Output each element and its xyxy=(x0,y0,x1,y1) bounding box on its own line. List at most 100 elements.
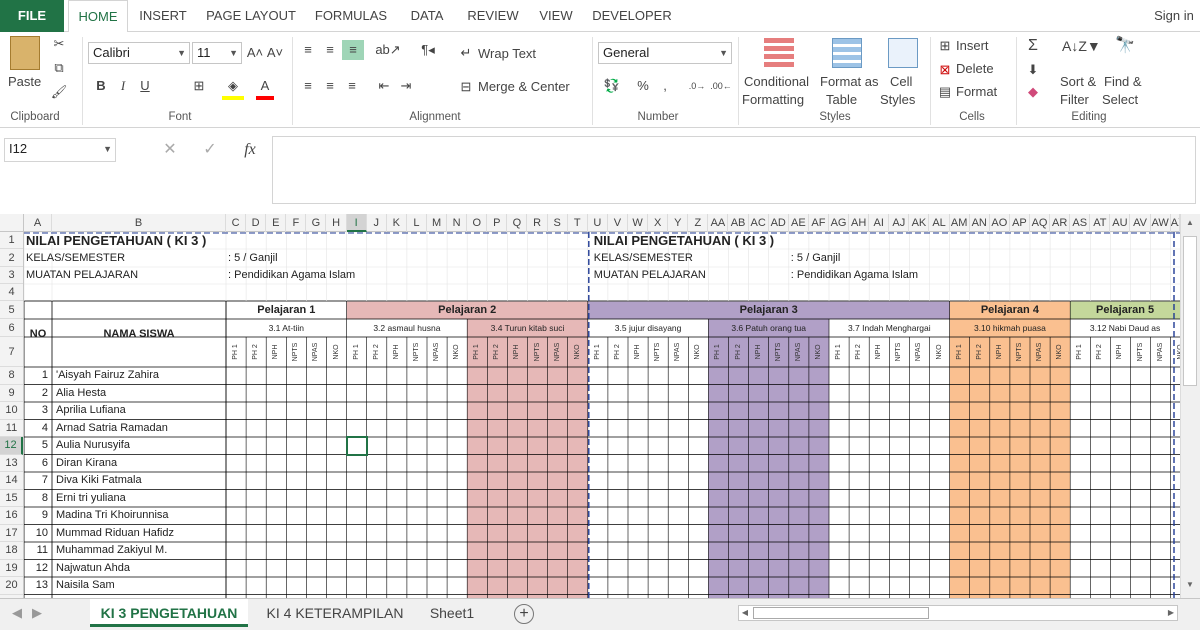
enter-icon[interactable]: ✓ xyxy=(200,140,220,160)
column-header-l[interactable]: L xyxy=(407,214,427,232)
fill-icon[interactable]: ⬇ xyxy=(1024,60,1042,80)
column-header-ag[interactable]: AG xyxy=(829,214,850,232)
vertical-scroll-thumb[interactable] xyxy=(1183,236,1197,386)
horizontal-scrollbar[interactable]: ◀ ▶ xyxy=(738,605,1178,621)
column-header-ap[interactable]: AP xyxy=(1010,214,1030,232)
column-header-aa[interactable]: AA xyxy=(708,214,729,232)
row-header-9[interactable]: 9 xyxy=(0,385,23,402)
column-header-s[interactable]: S xyxy=(548,214,568,232)
copy-icon[interactable]: ⧉ xyxy=(50,58,68,78)
column-header-ah[interactable]: AH xyxy=(849,214,870,232)
column-header-ae[interactable]: AE xyxy=(789,214,809,232)
align-left-icon[interactable]: ≡ xyxy=(298,76,318,96)
format-as-table-label-2[interactable]: Table xyxy=(826,92,857,107)
orientation-icon[interactable]: ab↗ xyxy=(374,40,402,60)
column-header-ao[interactable]: AO xyxy=(990,214,1010,232)
column-header-j[interactable]: J xyxy=(367,214,387,232)
find-select-label-2[interactable]: Select xyxy=(1102,92,1138,107)
row-header-16[interactable]: 16 xyxy=(0,507,23,525)
column-header-a[interactable]: A xyxy=(24,214,52,232)
tab-scroll-right-icon[interactable]: ▶ xyxy=(30,603,44,623)
column-header-aw[interactable]: AW xyxy=(1151,214,1171,232)
row-header-3[interactable]: 3 xyxy=(0,267,23,284)
column-header-ak[interactable]: AK xyxy=(909,214,930,232)
column-header-y[interactable]: Y xyxy=(668,214,689,232)
find-select-icon[interactable]: 🔭 xyxy=(1110,36,1140,56)
sheet-tab-sheet1[interactable]: Sheet1 xyxy=(420,599,484,627)
fill-color-icon[interactable]: ◈ xyxy=(222,76,244,100)
column-header-t[interactable]: T xyxy=(568,214,588,232)
bold-button[interactable]: B xyxy=(92,76,110,96)
decrease-indent-icon[interactable]: ⇤ xyxy=(374,76,394,96)
column-header-v[interactable]: V xyxy=(608,214,628,232)
column-header-n[interactable]: N xyxy=(447,214,468,232)
column-header-r[interactable]: R xyxy=(528,214,548,232)
row-header-6[interactable]: 6 xyxy=(0,319,23,337)
align-right-icon[interactable]: ≡ xyxy=(342,76,362,96)
row-header-8[interactable]: 8 xyxy=(0,367,23,385)
column-header-i[interactable]: I xyxy=(346,214,367,232)
paste-icon[interactable] xyxy=(10,36,40,70)
formula-input[interactable] xyxy=(272,136,1196,204)
column-header-ai[interactable]: AI xyxy=(869,214,890,232)
wrap-text-button[interactable]: Wrap Text xyxy=(478,46,536,61)
tab-view[interactable]: VIEW xyxy=(532,0,580,32)
cancel-icon[interactable]: ✕ xyxy=(160,140,180,160)
sign-in-link[interactable]: Sign in xyxy=(1150,0,1198,32)
horizontal-scroll-thumb[interactable] xyxy=(753,607,929,619)
row-header-2[interactable]: 2 xyxy=(0,249,23,267)
tab-file[interactable]: FILE xyxy=(0,0,64,32)
column-header-o[interactable]: O xyxy=(467,214,488,232)
name-box[interactable]: I12 ▼ xyxy=(4,138,116,162)
column-header-au[interactable]: AU xyxy=(1110,214,1131,232)
column-header-q[interactable]: Q xyxy=(507,214,528,232)
column-header-ax[interactable]: AX xyxy=(1171,214,1180,232)
percent-button[interactable]: % xyxy=(634,76,652,96)
format-as-table-label-1[interactable]: Format as xyxy=(820,74,879,89)
column-header-aq[interactable]: AQ xyxy=(1030,214,1051,232)
column-header-av[interactable]: AV xyxy=(1131,214,1151,232)
tab-page-layout[interactable]: PAGE LAYOUT xyxy=(200,0,302,32)
column-header-aj[interactable]: AJ xyxy=(889,214,910,232)
column-header-z[interactable]: Z xyxy=(688,214,709,232)
align-top-icon[interactable]: ≡ xyxy=(298,40,318,60)
comma-icon[interactable]: , xyxy=(656,76,674,96)
column-header-am[interactable]: AM xyxy=(950,214,970,232)
row-header-15[interactable]: 15 xyxy=(0,490,23,507)
number-format-select[interactable]: General ▼ xyxy=(598,42,732,64)
column-header-at[interactable]: AT xyxy=(1090,214,1111,232)
row-header-14[interactable]: 14 xyxy=(0,472,23,490)
column-header-m[interactable]: M xyxy=(427,214,448,232)
tab-developer[interactable]: DEVELOPER xyxy=(588,0,676,32)
conditional-formatting-label-1[interactable]: Conditional xyxy=(744,74,809,89)
sort-filter-icon[interactable]: A↓Z▼ xyxy=(1062,36,1101,56)
tab-formulas[interactable]: FORMULAS xyxy=(310,0,392,32)
column-header-h[interactable]: H xyxy=(327,214,347,232)
column-header-ab[interactable]: AB xyxy=(729,214,749,232)
find-select-label-1[interactable]: Find & xyxy=(1104,74,1142,89)
row-header-13[interactable]: 13 xyxy=(0,455,23,472)
row-header-12[interactable]: 12 xyxy=(0,437,23,455)
row-header-5[interactable]: 5 xyxy=(0,301,23,319)
font-name-select[interactable]: Calibri ▼ xyxy=(88,42,190,64)
tab-data[interactable]: DATA xyxy=(400,0,454,32)
tab-insert[interactable]: INSERT xyxy=(134,0,192,32)
cell-styles-label-2[interactable]: Styles xyxy=(880,92,915,107)
column-header-ac[interactable]: AC xyxy=(749,214,769,232)
row-header-19[interactable]: 19 xyxy=(0,560,23,577)
insert-cells-button[interactable]: Insert xyxy=(956,38,989,53)
select-all-corner[interactable] xyxy=(0,214,24,232)
conditional-formatting-icon[interactable] xyxy=(764,38,794,68)
sheet-tab-ki4[interactable]: KI 4 KETERAMPILAN xyxy=(256,599,414,627)
align-center-icon[interactable]: ≡ xyxy=(320,76,340,96)
column-header-c[interactable]: C xyxy=(226,214,247,232)
column-header-ar[interactable]: AR xyxy=(1050,214,1071,232)
decrease-decimal-icon[interactable]: .00← xyxy=(710,76,732,96)
sort-filter-label-2[interactable]: Filter xyxy=(1060,92,1089,107)
rtl-icon[interactable]: ¶◂ xyxy=(414,40,442,60)
column-header-d[interactable]: D xyxy=(246,214,267,232)
row-header-20[interactable]: 20 xyxy=(0,577,23,595)
sort-filter-label-1[interactable]: Sort & xyxy=(1060,74,1096,89)
font-size-select[interactable]: 11 ▼ xyxy=(192,42,242,64)
column-header-w[interactable]: W xyxy=(628,214,649,232)
